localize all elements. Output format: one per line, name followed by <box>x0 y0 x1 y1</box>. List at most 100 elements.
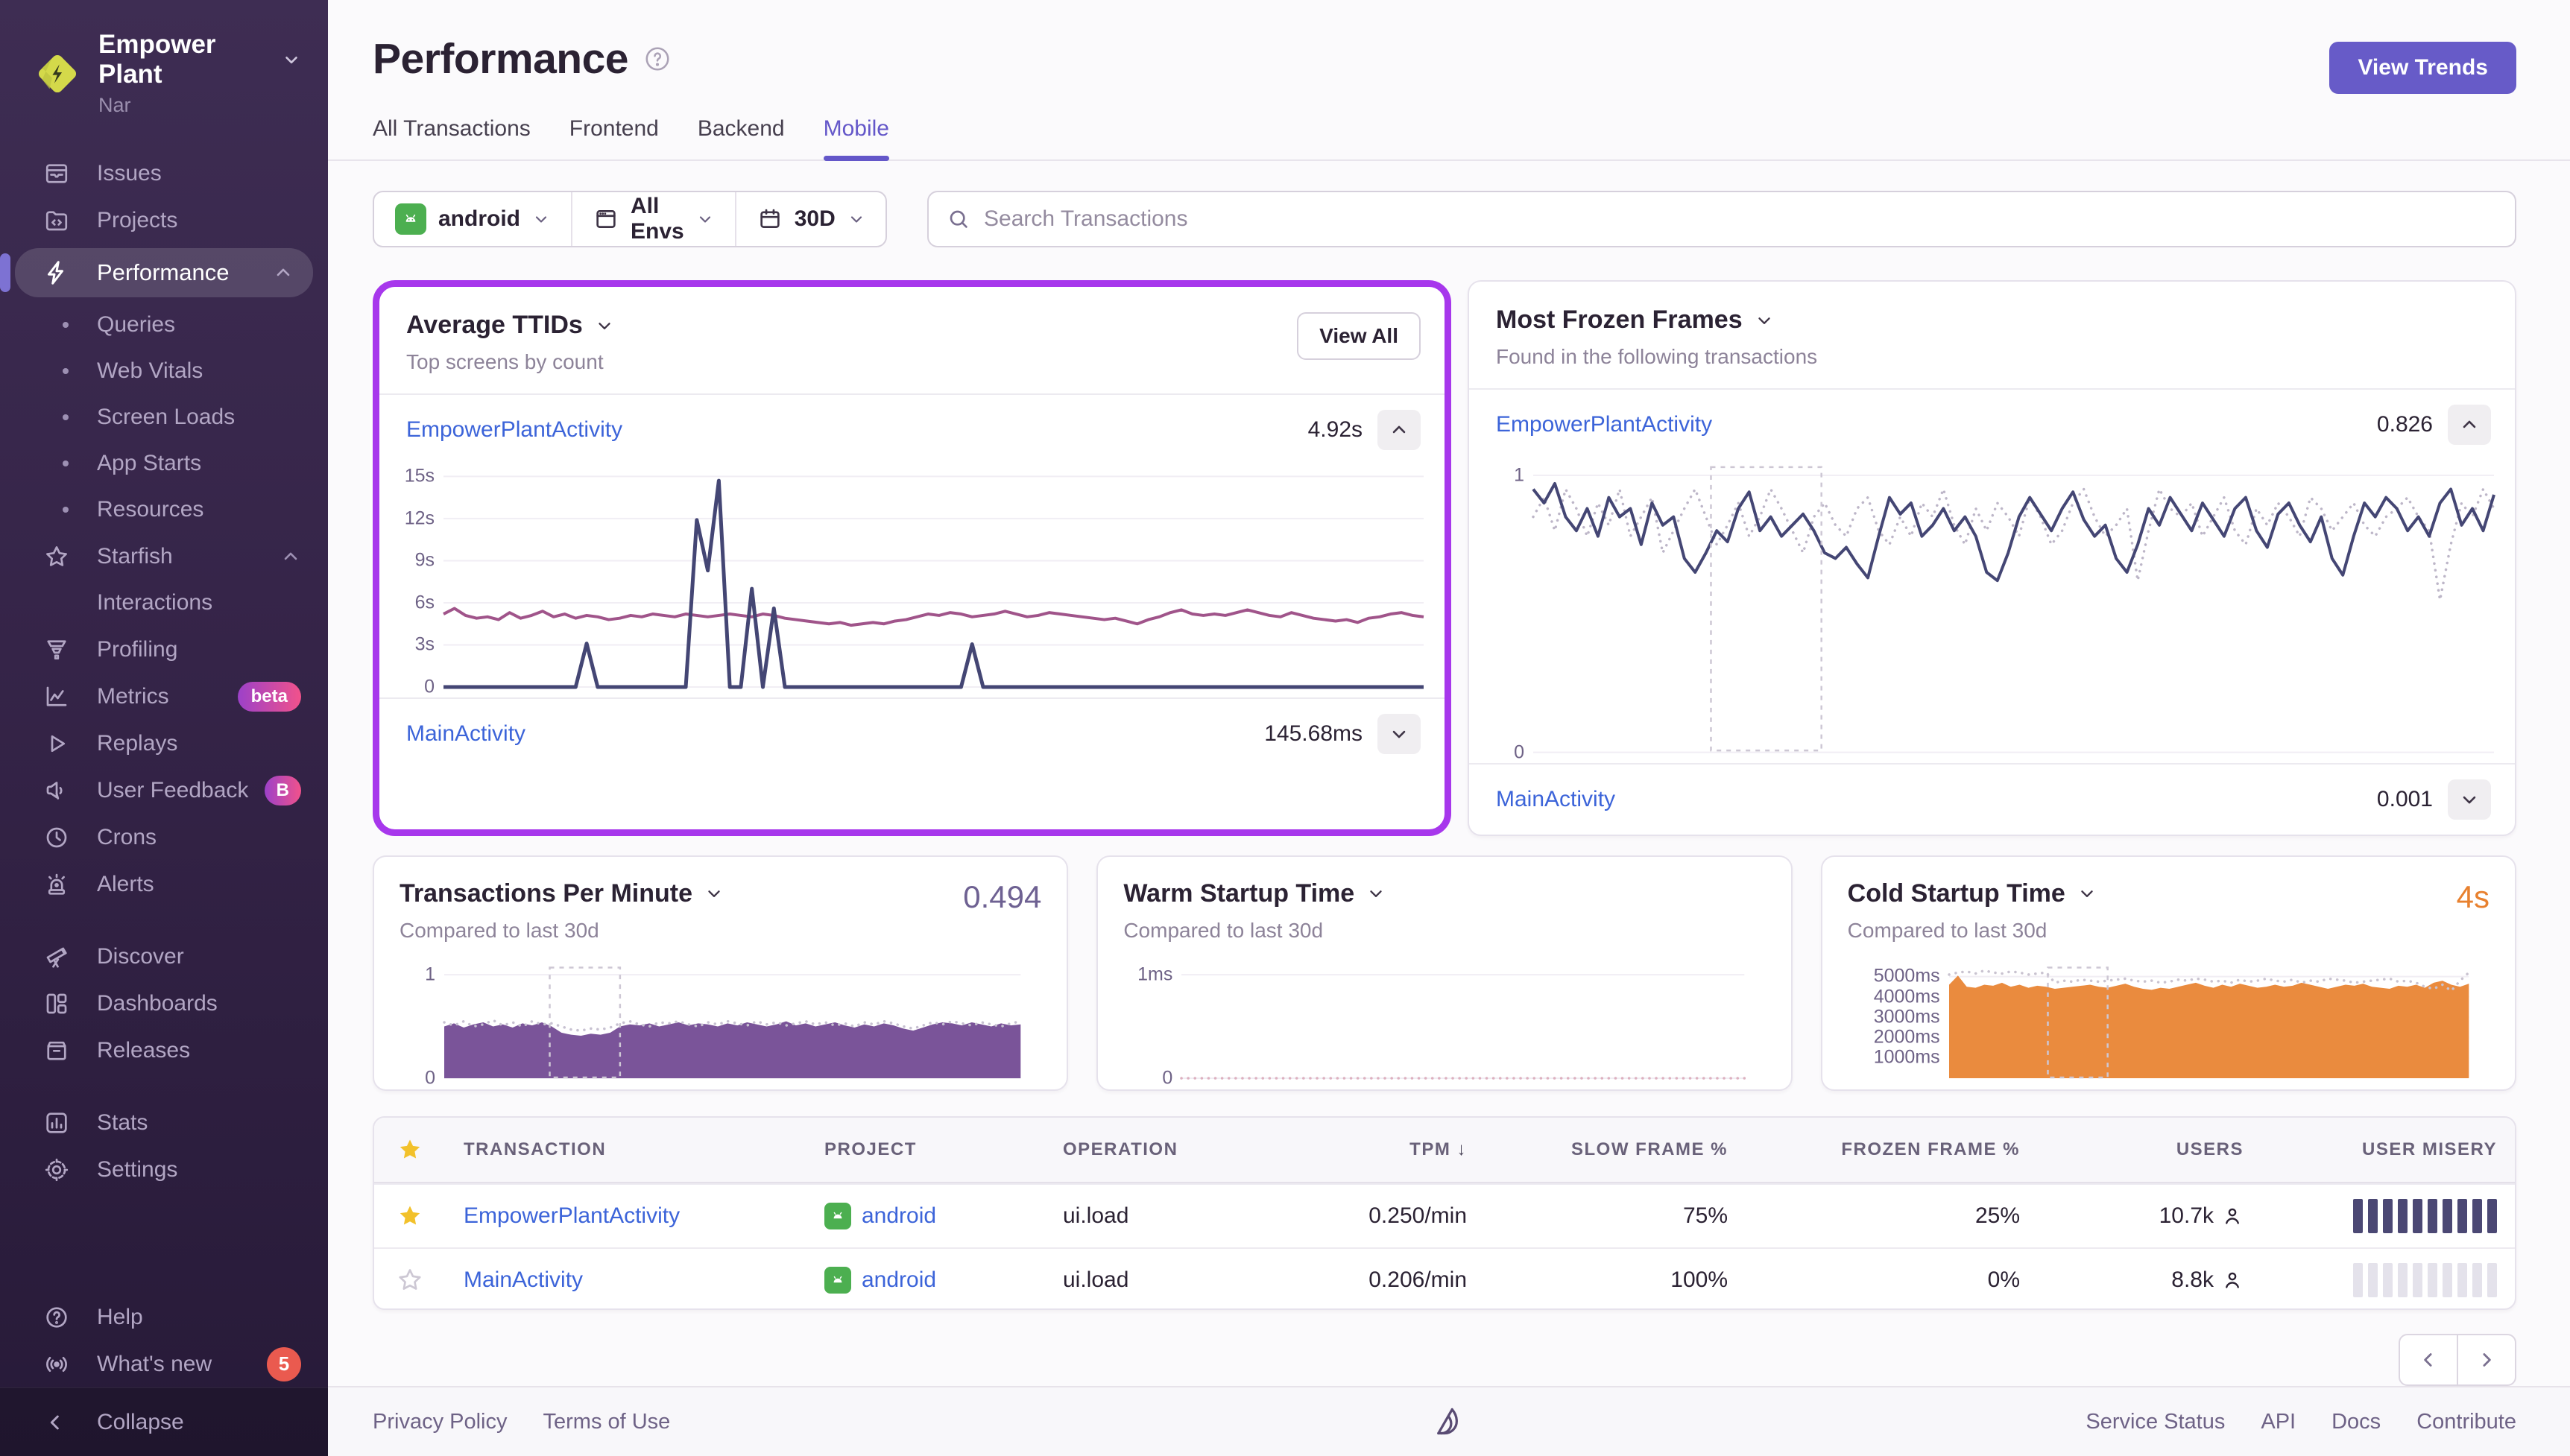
transaction-link[interactable]: MainActivity <box>406 721 525 747</box>
sidebar-item-releases[interactable]: Releases <box>0 1027 328 1074</box>
broadcast-icon <box>43 1349 76 1379</box>
sentry-logo-icon[interactable] <box>1432 1405 1466 1439</box>
sidebar-item-alerts[interactable]: Alerts <box>0 861 328 908</box>
sort-desc-arrow-icon: ↓ <box>1456 1139 1467 1159</box>
panel-subtitle: Found in the following transactions <box>1496 345 1818 368</box>
sidebar-item-crons[interactable]: Crons <box>0 814 328 861</box>
project-link[interactable]: android <box>824 1202 1027 1229</box>
sidebar-item-projects[interactable]: Projects <box>0 197 328 244</box>
terms-of-use-link[interactable]: Terms of Use <box>543 1410 671 1434</box>
panel-subtitle: Compared to last 30d <box>1123 918 1324 942</box>
docs-link[interactable]: Docs <box>2331 1410 2381 1434</box>
cold-startup-area-chart[interactable] <box>1949 966 2469 1078</box>
previous-page-button[interactable] <box>2399 1334 2458 1386</box>
sidebar-item-performance[interactable]: Performance <box>15 248 313 297</box>
column-header[interactable]: USER MISERY <box>2261 1139 2515 1160</box>
column-header[interactable]: SLOW FRAME % <box>1485 1139 1746 1160</box>
column-header[interactable]: OPERATION <box>1045 1139 1291 1160</box>
sidebar-item-whats-new[interactable]: What's new 5 <box>0 1341 328 1387</box>
transaction-link[interactable]: EmpowerPlantActivity <box>406 417 622 443</box>
metrics-chart-icon <box>43 682 76 712</box>
sidebar-item-help[interactable]: Help <box>0 1294 328 1341</box>
warm-startup-chart[interactable] <box>1181 966 1744 1078</box>
warm-startup-time-panel: Warm Startup Time Compared to last 30d 1… <box>1096 855 1793 1091</box>
collapse-row-button[interactable] <box>1377 410 1421 450</box>
environment-filter-dropdown[interactable]: All Envs <box>572 192 736 246</box>
contribute-link[interactable]: Contribute <box>2416 1410 2516 1434</box>
user-misery-bars <box>2279 1262 2497 1297</box>
megaphone-icon <box>43 776 76 805</box>
collapse-row-button[interactable] <box>2448 405 2491 445</box>
transaction-link[interactable]: EmpowerPlantActivity <box>1496 412 1712 437</box>
sidebar-item-app-starts[interactable]: App Starts <box>0 440 328 487</box>
sidebar-item-interactions[interactable]: Interactions <box>0 580 328 626</box>
sidebar-item-stats[interactable]: Stats <box>0 1099 328 1146</box>
bullet-icon <box>63 460 69 466</box>
calendar-icon <box>757 206 783 232</box>
sidebar-item-discover[interactable]: Discover <box>0 933 328 980</box>
sidebar-item-user-feedback[interactable]: User Feedback B <box>0 767 328 814</box>
help-tooltip-icon[interactable] <box>643 45 672 73</box>
sidebar-item-resources[interactable]: Resources <box>0 487 328 533</box>
chevron-down-icon[interactable] <box>1366 884 1386 903</box>
sidebar-item-replays[interactable]: Replays <box>0 720 328 767</box>
sidebar-collapse-button[interactable]: Collapse <box>0 1387 328 1456</box>
whats-new-count-badge: 5 <box>267 1346 301 1381</box>
y-axis-labels: 1ms 0 <box>1137 963 1173 1089</box>
sidebar-item-dashboards[interactable]: Dashboards <box>0 980 328 1027</box>
column-header-sorted[interactable]: TPM ↓ <box>1291 1139 1485 1160</box>
star-toggle[interactable] <box>374 1203 446 1229</box>
transaction-link[interactable]: EmpowerPlantActivity <box>446 1203 806 1229</box>
org-switcher[interactable]: Empower Plant Nar <box>0 0 328 117</box>
next-page-button[interactable] <box>2457 1334 2516 1386</box>
sidebar-item-web-vitals[interactable]: Web Vitals <box>0 348 328 394</box>
sidebar-item-screen-loads[interactable]: Screen Loads <box>0 394 328 440</box>
highlighted-region: Average TTIDs Top screens by count View … <box>373 280 1451 836</box>
stats-bars-icon <box>43 1108 76 1138</box>
sidebar-item-issues[interactable]: Issues <box>0 150 328 197</box>
expand-row-button[interactable] <box>1377 714 1421 754</box>
sidebar-item-profiling[interactable]: Profiling <box>0 626 328 673</box>
service-status-link[interactable]: Service Status <box>2086 1410 2225 1434</box>
sidebar-item-metrics[interactable]: Metrics beta <box>0 673 328 720</box>
column-header[interactable]: FROZEN FRAME % <box>1746 1139 2038 1160</box>
transaction-link[interactable]: MainActivity <box>446 1267 806 1293</box>
view-trends-button[interactable]: View Trends <box>2329 42 2516 94</box>
column-header[interactable]: PROJECT <box>806 1139 1045 1160</box>
operation-cell: ui.load <box>1063 1267 1129 1292</box>
main-content: Performance View Trends All Transactions… <box>328 0 2570 1456</box>
project-link[interactable]: android <box>824 1266 1027 1294</box>
sidebar-item-starfish[interactable]: Starfish <box>0 533 328 580</box>
tpm-area-chart[interactable] <box>444 966 1020 1078</box>
column-header[interactable]: USERS <box>2038 1139 2261 1160</box>
panel-title: Warm Startup Time <box>1123 879 1355 908</box>
tab-all-transactions[interactable]: All Transactions <box>373 116 531 159</box>
chevron-left-icon <box>43 1411 76 1434</box>
chevron-down-icon[interactable] <box>595 316 614 335</box>
star-toggle[interactable] <box>374 1267 446 1294</box>
sidebar-item-settings[interactable]: Settings <box>0 1146 328 1193</box>
chevron-down-icon[interactable] <box>2077 884 2097 903</box>
chevron-down-icon[interactable] <box>704 884 724 903</box>
expand-row-button[interactable] <box>2448 779 2491 820</box>
star-column-header-icon <box>374 1136 446 1163</box>
tab-frontend[interactable]: Frontend <box>569 116 659 159</box>
tab-mobile[interactable]: Mobile <box>823 116 890 161</box>
average-ttids-panel: Average TTIDs Top screens by count View … <box>379 287 1445 829</box>
view-all-button[interactable]: View All <box>1297 312 1421 360</box>
transaction-link[interactable]: MainActivity <box>1496 787 1615 812</box>
privacy-policy-link[interactable]: Privacy Policy <box>373 1410 508 1434</box>
org-avatar <box>33 49 82 98</box>
search-input[interactable] <box>984 206 2497 232</box>
chevron-down-icon[interactable] <box>1755 311 1774 330</box>
empower-plant-logo-icon <box>38 54 77 92</box>
tab-backend[interactable]: Backend <box>698 116 785 159</box>
ttid-line-chart[interactable] <box>443 469 1424 687</box>
active-nav-accent <box>0 253 10 292</box>
sidebar-item-queries[interactable]: Queries <box>0 302 328 348</box>
api-link[interactable]: API <box>2261 1410 2296 1434</box>
date-range-filter-dropdown[interactable]: 30D <box>736 192 885 246</box>
frozen-frames-line-chart[interactable] <box>1533 464 2494 753</box>
column-header[interactable]: TRANSACTION <box>446 1139 806 1160</box>
project-filter-dropdown[interactable]: android <box>374 192 572 246</box>
